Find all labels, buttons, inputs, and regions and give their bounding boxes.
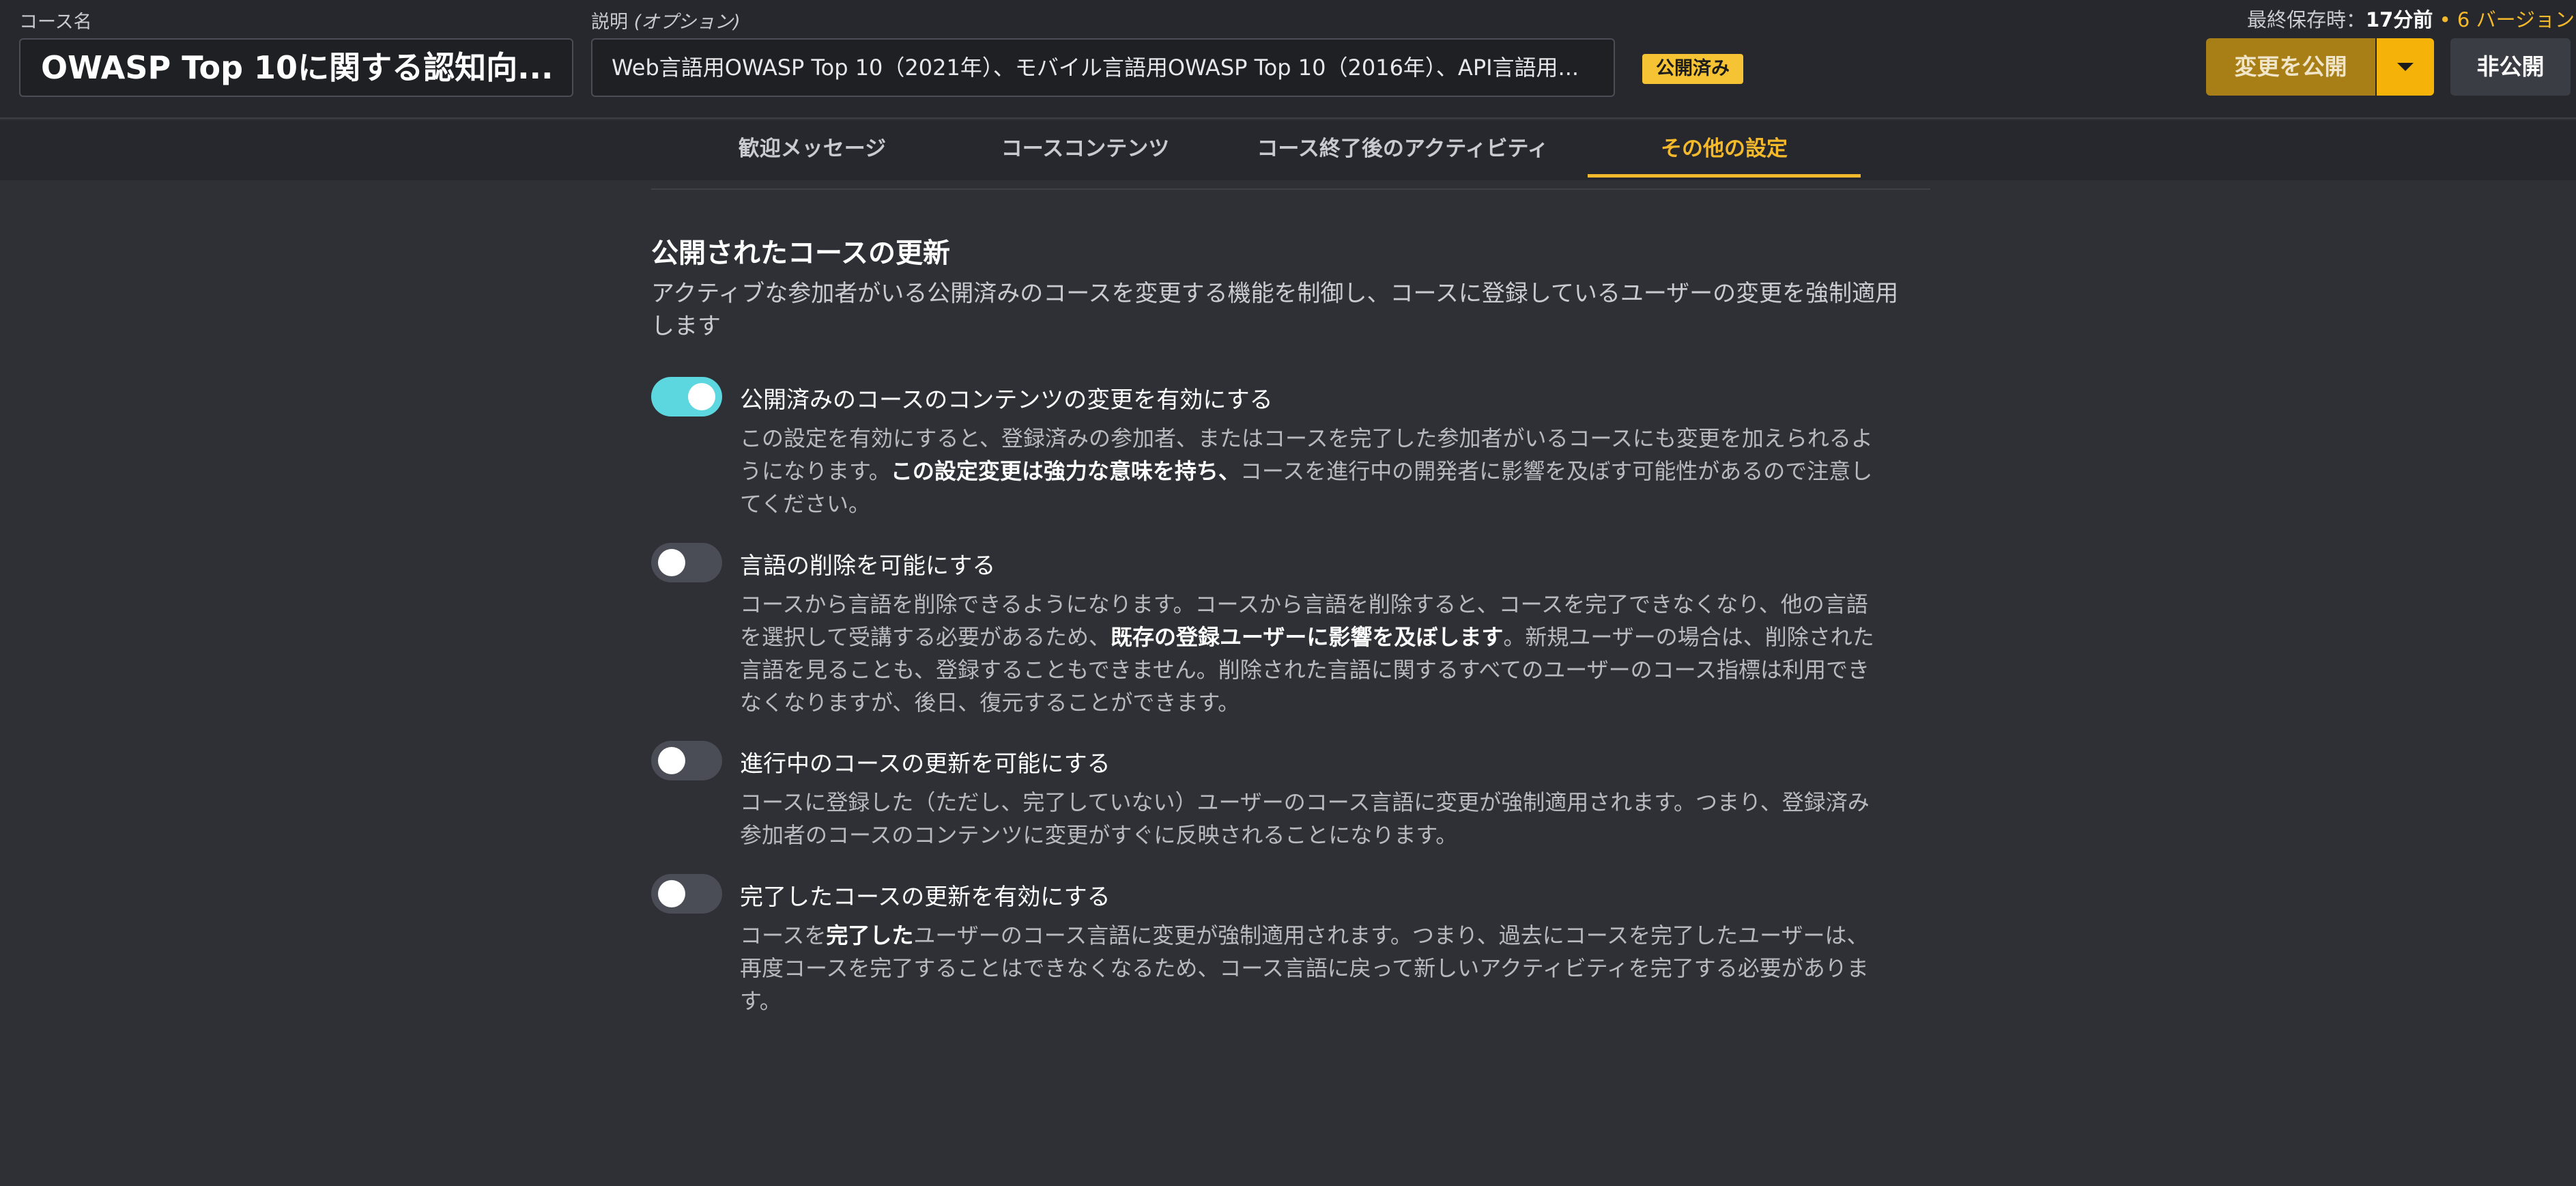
setting-title: 公開済みのコースのコンテンツの変更を有効にする xyxy=(740,386,1273,414)
last-saved-label: 最終保存時： xyxy=(2246,8,2366,31)
top-header: コース名 OWASP Top 10に関する認知向... 説明 (オプション) W… xyxy=(0,0,2576,119)
setting-desc-bold: この設定変更は強力な意味を持ち、 xyxy=(890,458,1240,484)
setting-description: コースに登録した（ただし、完了していない）ユーザーのコース言語に変更が強制適用さ… xyxy=(740,786,1887,851)
toggle-knob xyxy=(658,880,685,907)
versions-link[interactable]: 6 バージョン xyxy=(2457,8,2575,31)
publish-options-dropdown[interactable] xyxy=(2377,38,2434,96)
setting-description: コースから言語を削除できるようになります。コースから言語を削除すると、コースを完… xyxy=(740,588,1887,719)
publish-changes-button[interactable]: 変更を公開 xyxy=(2206,38,2375,96)
toggle-knob xyxy=(688,383,715,410)
toggle-switch[interactable] xyxy=(651,543,722,582)
content-divider xyxy=(651,188,1930,190)
description-input[interactable]: Web言語用OWASP Top 10（2021年）、モバイル言語用OWASP T… xyxy=(591,38,1615,97)
course-name-label: コース名 xyxy=(19,12,92,33)
toggle-switch[interactable] xyxy=(651,874,722,914)
save-info-separator: • xyxy=(2433,8,2457,31)
course-name-input[interactable]: OWASP Top 10に関する認知向... xyxy=(19,38,573,97)
setting-desc-part: コースを xyxy=(740,922,827,948)
setting-description: コースを完了したユーザーのコース言語に変更が強制適用されます。つまり、過去にコー… xyxy=(740,919,1887,1017)
setting-desc-part: コースに登録した（ただし、完了していない）ユーザーのコース言語に変更が強制適用さ… xyxy=(740,789,1870,848)
setting-description: この設定を有効にすると、登録済みの参加者、またはコースを完了した参加者がいるコー… xyxy=(740,422,1887,520)
tab-welcome-message[interactable]: 歓迎メッセージ xyxy=(710,120,915,178)
toggle-switch[interactable] xyxy=(651,377,722,416)
setting-title: 言語の削除を可能にする xyxy=(740,552,996,580)
tab-course-content[interactable]: コースコンテンツ xyxy=(983,120,1188,178)
status-badge: 公開済み xyxy=(1642,54,1743,84)
description-label-text: 説明 xyxy=(591,12,628,33)
description-label: 説明 (オプション) xyxy=(591,7,741,33)
tab-bar: 歓迎メッセージ コースコンテンツ コース終了後のアクティビティ その他の設定 xyxy=(0,120,2576,180)
setting-desc-bold: 既存の登録ユーザーに影響を及ぼします xyxy=(1111,624,1504,650)
tab-post-course-activity[interactable]: コース終了後のアクティビティ xyxy=(1242,120,1563,178)
toggle-switch[interactable] xyxy=(651,741,722,780)
unpublish-button[interactable]: 非公開 xyxy=(2450,38,2571,96)
save-info: 最終保存時：17分前 • 6 バージョン xyxy=(2166,4,2576,33)
toggle-knob xyxy=(658,747,685,774)
setting-desc-bold: 完了した xyxy=(826,922,914,948)
chevron-down-icon xyxy=(2397,63,2414,71)
setting-title: 完了したコースの更新を有効にする xyxy=(740,884,1111,911)
setting-title: 進行中のコースの更新を可能にする xyxy=(740,750,1111,778)
tab-other-settings[interactable]: その他の設定 xyxy=(1588,120,1861,178)
last-saved-value: 17分前 xyxy=(2366,8,2433,31)
section-title: 公開されたコースの更新 xyxy=(651,238,950,269)
section-description: アクティブな参加者がいる公開済みのコースを変更する機能を制御し、コースに登録して… xyxy=(651,280,1899,340)
toggle-knob xyxy=(658,549,685,576)
description-optional-hint: (オプション) xyxy=(633,12,741,33)
